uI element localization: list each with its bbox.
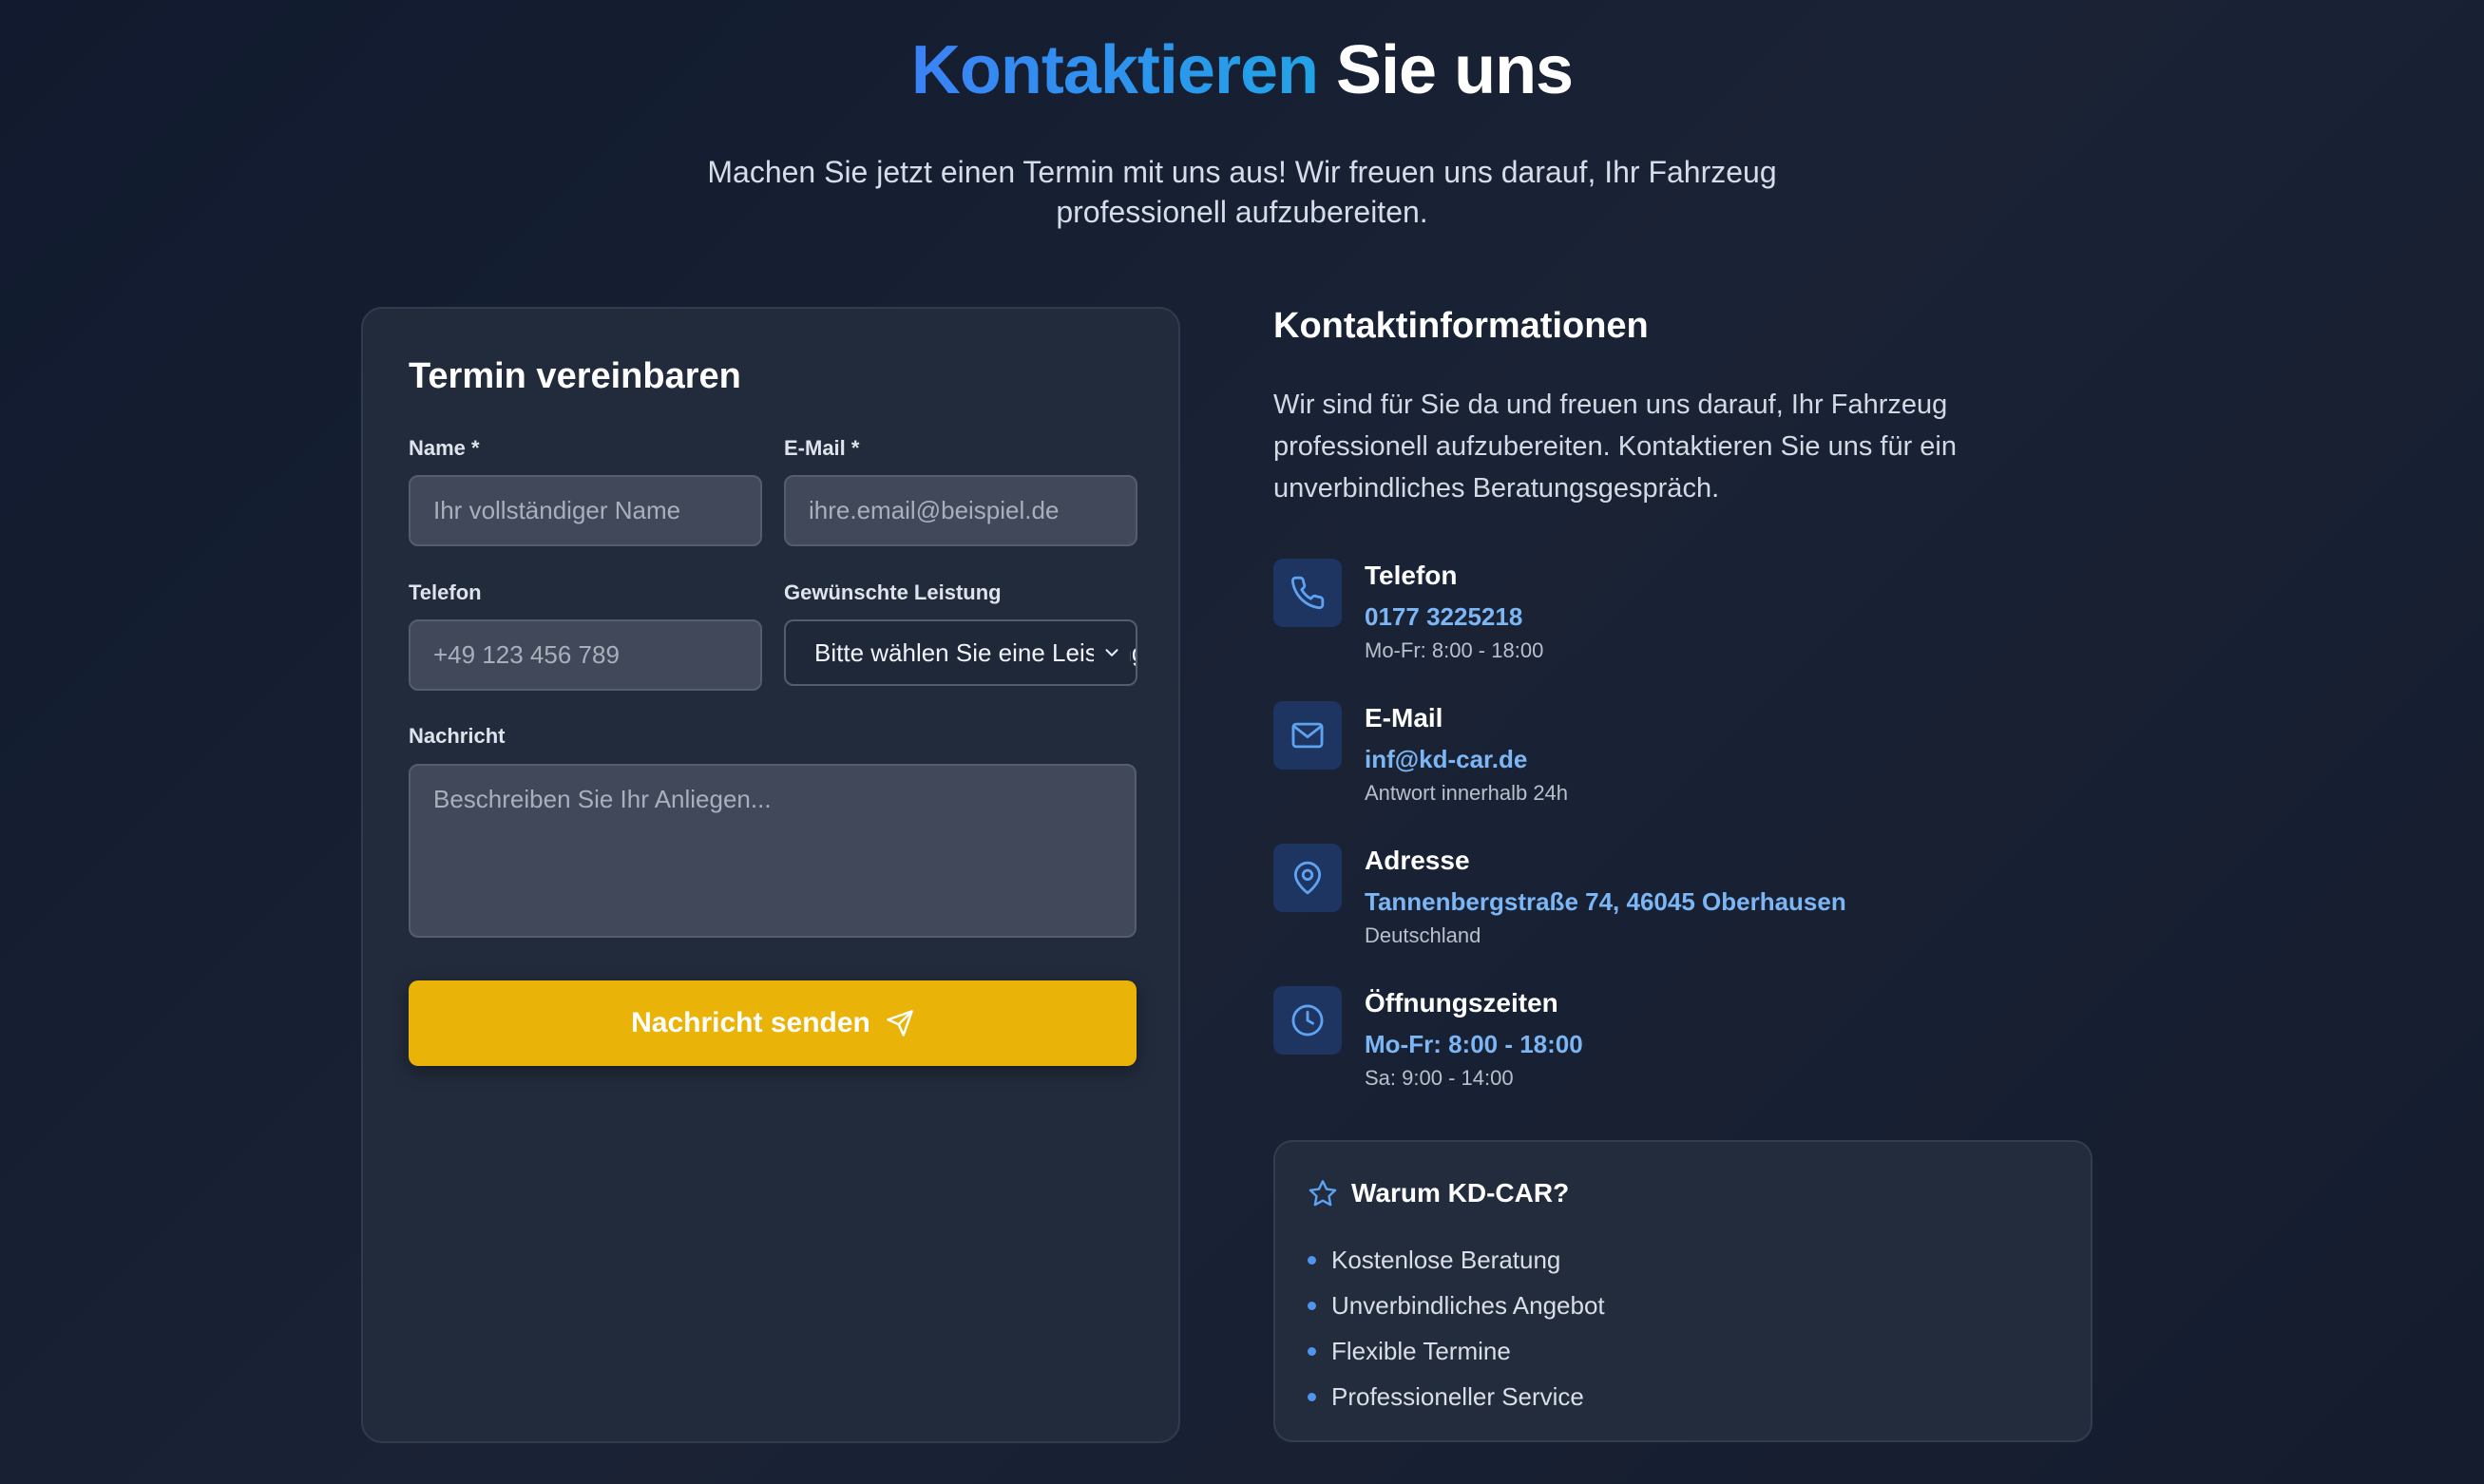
contact-item-title: E-Mail <box>1365 703 1443 732</box>
message-label: Nachricht <box>409 724 506 748</box>
contact-item-title: Telefon <box>1365 561 1458 590</box>
star-icon <box>1309 1180 1337 1207</box>
email-input[interactable]: ihre.email@beispiel.de <box>784 475 1137 546</box>
bullet-dot <box>1308 1346 1316 1356</box>
contact-title: Kontaktinformationen <box>1273 306 1649 346</box>
send-icon <box>887 1010 913 1037</box>
bullet-dot <box>1308 1255 1316 1265</box>
why-header: Warum KD-CAR? <box>1308 1178 1569 1208</box>
email-placeholder: ihre.email@beispiel.de <box>809 496 1060 524</box>
list-item: Professioneller Service <box>1308 1374 1605 1419</box>
service-label: Gewünschte Leistung <box>784 580 1002 604</box>
list-item: Unverbindliches Angebot <box>1308 1283 1605 1328</box>
form-title: Termin vereinbaren <box>409 356 741 396</box>
message-textarea[interactable]: Beschreiben Sie Ihr Anliegen... <box>409 764 1137 938</box>
page-title-rest: Sie uns <box>1336 32 1574 108</box>
contact-item-sub: Deutschland <box>1365 923 1481 947</box>
email-label: E-Mail * <box>784 436 860 460</box>
name-input[interactable]: Ihr vollständiger Name <box>409 475 762 546</box>
send-message-button[interactable]: Nachricht senden <box>409 980 1137 1066</box>
hero-section: Kontaktieren Sie uns Machen Sie jetzt ei… <box>0 0 2484 232</box>
contact-item-sub: Sa: 9:00 - 14:00 <box>1365 1066 1514 1090</box>
address-link[interactable]: Tannenbergstraße 74, 46045 Oberhausen <box>1365 887 1846 917</box>
bullet-dot <box>1308 1301 1316 1310</box>
service-select[interactable]: Bitte wählen Sie eine Leistung <box>784 619 1137 686</box>
contact-item-sub: Antwort innerhalb 24h <box>1365 781 1569 805</box>
list-item: Kostenlose Beratung <box>1308 1237 1605 1283</box>
why-title: Warum KD-CAR? <box>1351 1178 1570 1208</box>
map-pin-icon <box>1273 844 1342 912</box>
contact-item-title: Adresse <box>1365 846 1470 875</box>
clock-icon <box>1273 986 1342 1055</box>
phone-input[interactable]: +49 123 456 789 <box>409 619 762 691</box>
phone-placeholder: +49 123 456 789 <box>433 640 620 669</box>
chevron-down-icon <box>1094 621 1130 684</box>
list-item-text: Professioneller Service <box>1331 1382 1584 1411</box>
why-list: Kostenlose Beratung Unverbindliches Ange… <box>1308 1237 1605 1419</box>
name-placeholder: Ihr vollständiger Name <box>433 496 681 524</box>
list-item-text: Flexible Termine <box>1331 1337 1511 1365</box>
appointment-form-card: Termin vereinbaren Name * Ihr vollständi… <box>361 307 1180 1443</box>
message-placeholder: Beschreiben Sie Ihr Anliegen... <box>433 785 772 813</box>
contact-item-sub: Mo-Fr: 8:00 - 18:00 <box>1365 638 1544 662</box>
phone-label: Telefon <box>409 580 482 604</box>
phone-link[interactable]: 0177 3225218 <box>1365 602 1522 632</box>
page-title-accent: Kontaktieren <box>910 32 1319 108</box>
service-selected-value: Bitte wählen Sie eine Leistung <box>814 637 1137 667</box>
list-item-text: Kostenlose Beratung <box>1331 1246 1561 1274</box>
mail-icon <box>1273 701 1342 770</box>
page-subtitle: Machen Sie jetzt einen Termin mit uns au… <box>707 155 1777 229</box>
phone-icon <box>1273 559 1342 627</box>
page-title: Kontaktieren Sie uns <box>0 0 2484 114</box>
contact-item-title: Öffnungszeiten <box>1365 988 1558 1018</box>
email-link[interactable]: inf@kd-car.de <box>1365 745 1527 774</box>
hours-value: Mo-Fr: 8:00 - 18:00 <box>1365 1030 1583 1058</box>
send-button-label: Nachricht senden <box>631 1007 870 1038</box>
list-item-text: Unverbindliches Angebot <box>1331 1291 1605 1320</box>
contact-intro: Wir sind für Sie da und freuen uns darau… <box>1273 390 1957 504</box>
why-kdcar-card: Warum KD-CAR? Kostenlose Beratung Unverb… <box>1273 1140 2092 1442</box>
bullet-dot <box>1308 1392 1316 1401</box>
name-label: Name * <box>409 436 480 460</box>
list-item: Flexible Termine <box>1308 1328 1605 1374</box>
